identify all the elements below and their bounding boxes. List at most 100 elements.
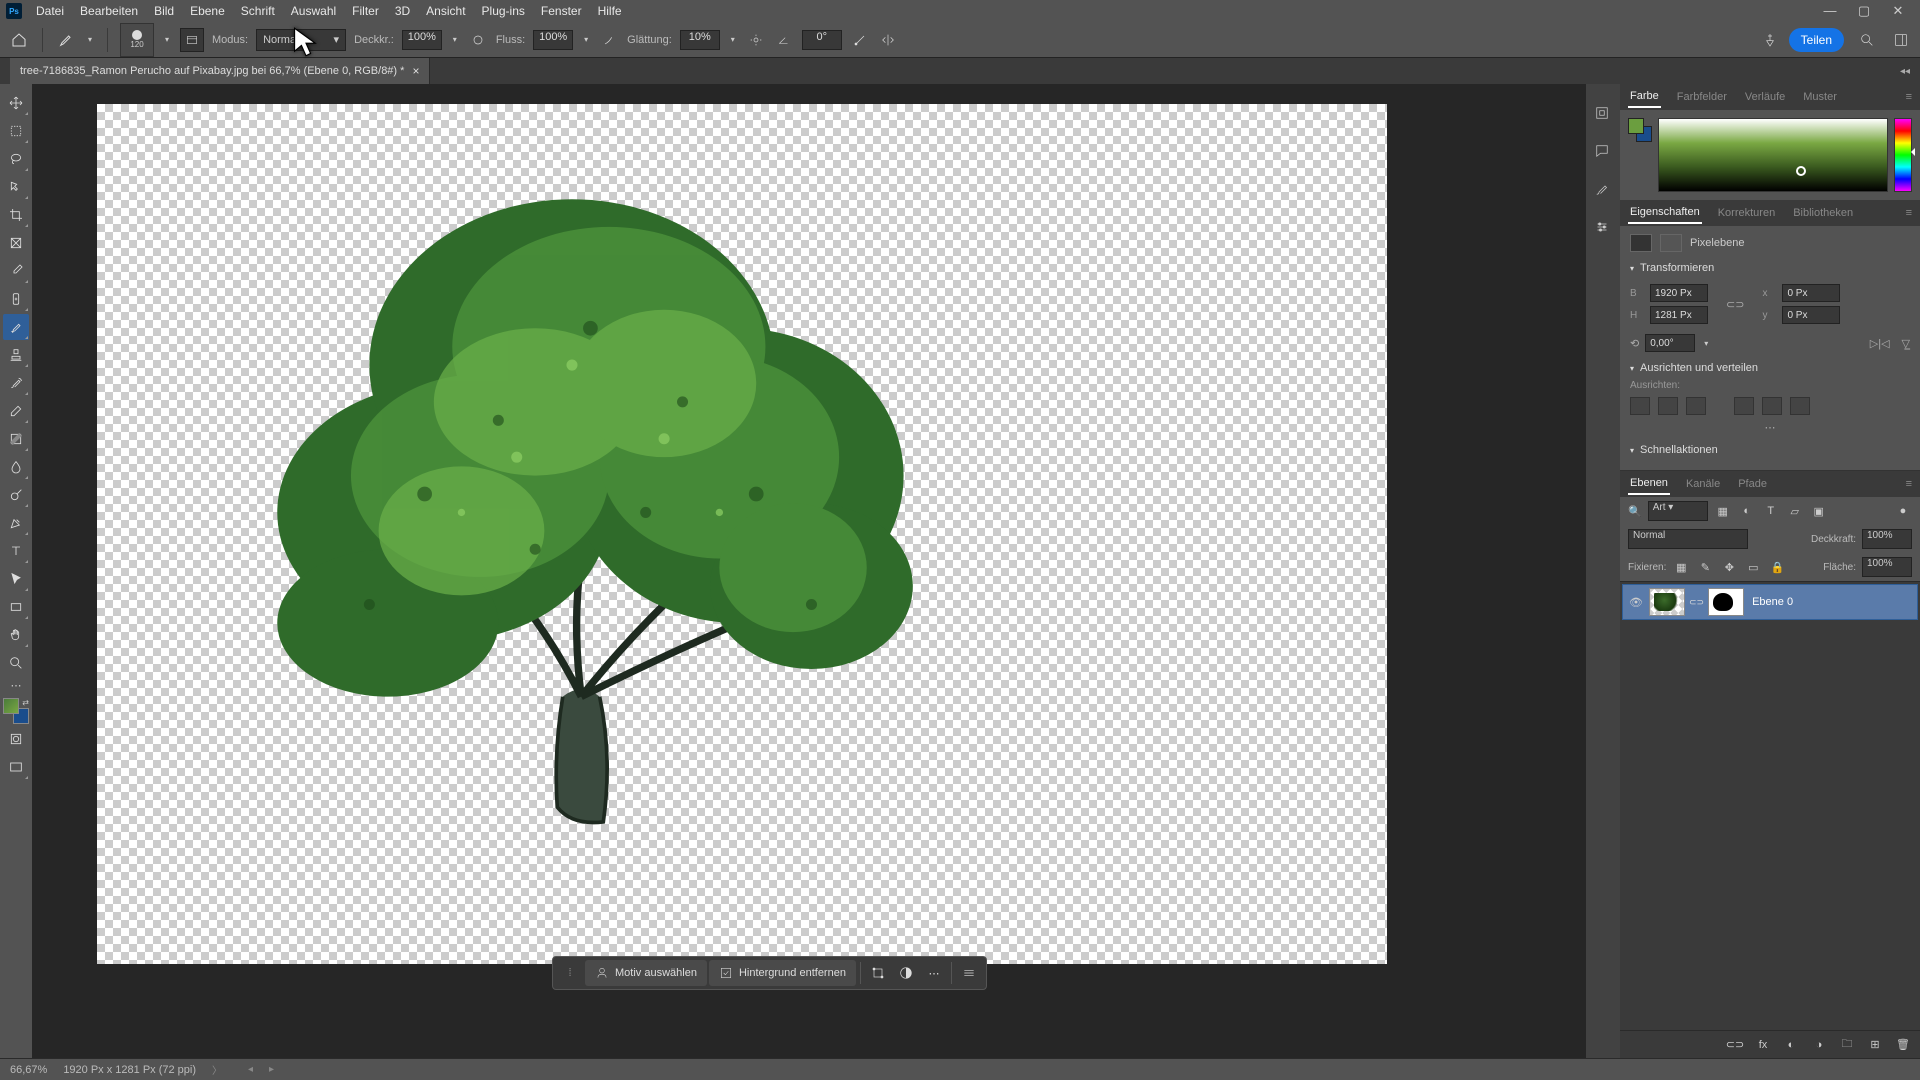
brush-preview[interactable]: 120 (120, 23, 154, 57)
menu-bearbeiten[interactable]: Bearbeiten (72, 0, 146, 22)
workspace-icon[interactable] (1890, 29, 1912, 51)
taskbar-properties-icon[interactable] (956, 960, 982, 986)
quickactions-section-header[interactable]: ▾Schnellaktionen (1630, 444, 1910, 456)
flow-input[interactable]: 100% (533, 30, 573, 50)
share-button[interactable]: Teilen (1789, 28, 1844, 52)
transform-section-header[interactable]: ▾Transformieren (1630, 262, 1910, 274)
mask-link-icon[interactable]: ⊂⊃ (1689, 597, 1704, 608)
history-brush-tool[interactable] (3, 370, 29, 396)
edit-toolbar-icon[interactable]: ⋯ (3, 678, 29, 692)
blur-tool[interactable] (3, 454, 29, 480)
angle-input[interactable]: 0° (802, 30, 842, 50)
panel-collapse-icon[interactable]: ◂◂ (1900, 66, 1910, 77)
close-icon[interactable]: ✕ (1890, 3, 1906, 19)
taskbar-transform-icon[interactable] (865, 960, 891, 986)
foreground-color-swatch[interactable] (3, 698, 19, 714)
lock-position-icon[interactable]: ✥ (1720, 558, 1738, 576)
smooth-input[interactable]: 10% (680, 30, 720, 50)
hand-tool[interactable] (3, 622, 29, 648)
filter-toggle-icon[interactable]: ● (1894, 502, 1912, 520)
filter-type-icon[interactable]: T (1762, 502, 1780, 520)
menu-ansicht[interactable]: Ansicht (418, 0, 473, 22)
menu-fenster[interactable]: Fenster (533, 0, 590, 22)
airbrush-icon[interactable] (599, 30, 619, 50)
menu-datei[interactable]: Datei (28, 0, 72, 22)
y-input[interactable] (1782, 306, 1840, 324)
delete-layer-icon[interactable]: 🗑 (1894, 1036, 1912, 1054)
quick-mask-icon[interactable] (3, 726, 29, 752)
align-section-header[interactable]: ▾Ausrichten und verteilen (1630, 362, 1910, 374)
swap-colors-icon[interactable]: ⇄ (22, 698, 29, 707)
heal-tool[interactable] (3, 286, 29, 312)
flip-horizontal-icon[interactable]: ▷|◁ (1870, 337, 1890, 350)
tab-korrekturen[interactable]: Korrekturen (1716, 203, 1777, 223)
pressure-opacity-icon[interactable] (468, 30, 488, 50)
layer-row[interactable]: 👁 ⊂⊃ Ebene 0 (1622, 584, 1918, 620)
brush-panel-toggle[interactable] (180, 28, 204, 52)
adjustment-layer-icon[interactable]: ◑ (1810, 1036, 1828, 1054)
smooth-dropdown[interactable]: ▾ (728, 35, 738, 45)
color-swatch-pair[interactable] (1628, 118, 1652, 142)
menu-bild[interactable]: Bild (146, 0, 182, 22)
lock-all-icon[interactable]: 🔒 (1768, 558, 1786, 576)
layer-style-icon[interactable]: fx (1754, 1036, 1772, 1054)
symmetry-icon[interactable] (878, 30, 898, 50)
lock-image-icon[interactable]: ✎ (1696, 558, 1714, 576)
hue-slider[interactable] (1894, 118, 1912, 192)
tab-bibliotheken[interactable]: Bibliotheken (1791, 203, 1855, 223)
rotation-dropdown[interactable]: ▾ (1701, 338, 1711, 348)
timeline-next-icon[interactable]: ▸ (269, 1064, 274, 1075)
comments-panel-icon[interactable] (1593, 142, 1613, 162)
new-layer-icon[interactable]: ⊞ (1866, 1036, 1884, 1054)
layer-fill-input[interactable]: 100% (1862, 557, 1912, 577)
flow-dropdown[interactable]: ▾ (581, 35, 591, 45)
taskbar-adjust-icon[interactable] (893, 960, 919, 986)
type-tool[interactable] (3, 538, 29, 564)
marquee-tool[interactable] (3, 118, 29, 144)
pen-tool[interactable] (3, 510, 29, 536)
pin-icon[interactable] (1759, 29, 1781, 51)
status-menu-icon[interactable]: 〉 (212, 1062, 222, 1077)
link-wh-icon[interactable]: ⊂⊃ (1726, 298, 1744, 311)
menu-filter[interactable]: Filter (344, 0, 387, 22)
remove-background-button[interactable]: Hintergrund entfernen (709, 960, 856, 986)
tab-kanale[interactable]: Kanäle (1684, 474, 1722, 494)
panel-menu-icon[interactable]: ≡ (1906, 478, 1912, 490)
move-tool[interactable] (3, 90, 29, 116)
gradient-tool[interactable] (3, 426, 29, 452)
tab-ebenen[interactable]: Ebenen (1628, 473, 1670, 495)
layer-mask-thumbnail[interactable] (1708, 588, 1744, 616)
stamp-tool[interactable] (3, 342, 29, 368)
lock-transparency-icon[interactable]: ▦ (1672, 558, 1690, 576)
document-tab[interactable]: tree-7186835_Ramon Perucho auf Pixabay.j… (10, 58, 430, 84)
brush-tool[interactable] (3, 314, 29, 340)
tab-pfade[interactable]: Pfade (1736, 474, 1769, 494)
zoom-level[interactable]: 66,67% (10, 1064, 47, 1076)
align-top-icon[interactable] (1734, 397, 1754, 415)
rectangle-tool[interactable] (3, 594, 29, 620)
history-panel-icon[interactable] (1593, 104, 1613, 124)
quick-select-tool[interactable] (3, 174, 29, 200)
tool-preset-dropdown[interactable]: ▾ (85, 35, 95, 45)
distribute-more-icon[interactable]: ⋯ (1630, 421, 1910, 434)
tab-farbe[interactable]: Farbe (1628, 86, 1661, 108)
menu-auswahl[interactable]: Auswahl (283, 0, 344, 22)
menu-schrift[interactable]: Schrift (233, 0, 283, 22)
rotation-input[interactable] (1645, 334, 1695, 352)
filter-smart-icon[interactable]: ▣ (1810, 502, 1828, 520)
layer-blend-select[interactable]: Normal (1628, 529, 1748, 549)
taskbar-more-icon[interactable]: ⋯ (921, 960, 947, 986)
width-input[interactable] (1650, 284, 1708, 302)
eraser-tool[interactable] (3, 398, 29, 424)
tab-muster[interactable]: Muster (1801, 87, 1839, 107)
align-bottom-icon[interactable] (1790, 397, 1810, 415)
screen-mode-icon[interactable] (3, 754, 29, 780)
menu-3d[interactable]: 3D (387, 0, 418, 22)
layer-opacity-input[interactable]: 100% (1862, 529, 1912, 549)
panel-menu-icon[interactable]: ≡ (1906, 207, 1912, 219)
flip-vertical-icon[interactable]: ▽̲ (1902, 337, 1910, 350)
document-canvas[interactable] (97, 104, 1387, 964)
zoom-tool[interactable] (3, 650, 29, 676)
crop-tool[interactable] (3, 202, 29, 228)
minimize-icon[interactable]: — (1822, 3, 1838, 19)
